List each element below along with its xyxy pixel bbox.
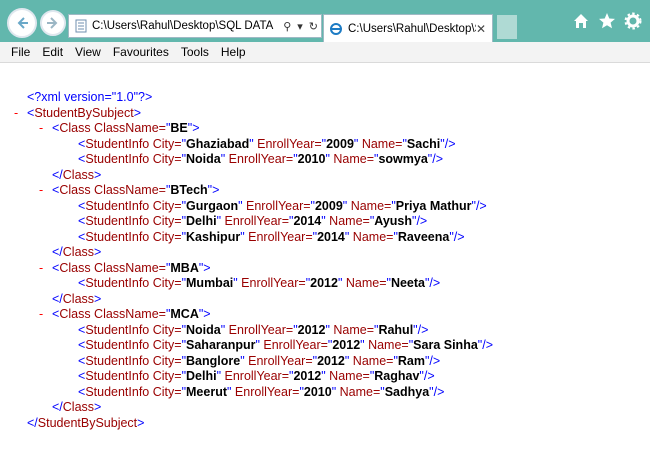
ie-icon	[330, 22, 342, 35]
student-info-line: <StudentInfo City="Ghaziabad" EnrollYear…	[78, 136, 456, 151]
student-info-line: <StudentInfo City="Delhi" EnrollYear="20…	[78, 369, 435, 383]
class-close-line: </Class>	[52, 245, 102, 259]
menu-tools[interactable]: Tools	[180, 45, 210, 59]
new-tab-button[interactable]	[497, 15, 517, 39]
enroll-year-value: 2010	[297, 152, 326, 166]
class-open-line: <Class ClassName="BTech">	[52, 183, 220, 197]
address-text[interactable]: C:\Users\Rahul\Desktop\SQL DATA	[92, 20, 280, 32]
favorites-star-icon[interactable]	[598, 12, 616, 30]
menu-file[interactable]: File	[10, 45, 31, 59]
city-value: Mumbai	[186, 276, 234, 290]
city-value: Ghaziabad	[186, 136, 250, 151]
menu-help[interactable]: Help	[220, 45, 247, 59]
city-value: Banglore	[186, 353, 241, 368]
enroll-year-value: 2012	[317, 353, 345, 368]
back-button[interactable]	[7, 8, 37, 38]
name-value: Sadhya	[384, 384, 430, 399]
class-open-line: <Class ClassName="MBA">	[52, 260, 211, 275]
root-open-line: <StudentBySubject>	[27, 105, 141, 120]
student-info-line: <StudentInfo City="Delhi" EnrollYear="20…	[78, 214, 428, 228]
name-value: Rahul	[378, 322, 414, 337]
forward-button[interactable]	[40, 10, 66, 36]
student-info-line: <StudentInfo City="Gurgaon" EnrollYear="…	[78, 198, 487, 213]
tab-current[interactable]: C:\Users\Rahul\Desktop\S... ✕	[323, 14, 493, 42]
city-value: Saharanpur	[186, 338, 256, 352]
dropdown-icon[interactable]: ▾	[297, 20, 303, 33]
student-info-line: <StudentInfo City="Saharanpur" EnrollYea…	[78, 338, 494, 352]
student-info-line: <StudentInfo City="Mumbai" EnrollYear="2…	[78, 276, 441, 290]
class-open-line: <Class ClassName="MCA">	[52, 307, 211, 321]
city-value: Kashipur	[186, 229, 241, 244]
name-value: Sachi	[406, 136, 441, 151]
root-close-line: </StudentBySubject>	[27, 415, 145, 430]
name-value: Ram	[397, 353, 425, 368]
class-close-line: </Class>	[52, 400, 102, 414]
tab-title: C:\Users\Rahul\Desktop\S...	[348, 22, 476, 35]
name-value: Ayush	[374, 214, 413, 228]
enroll-year-value: 2012	[332, 338, 361, 352]
menu-favourites[interactable]: Favourites	[112, 45, 170, 59]
address-bar[interactable]: C:\Users\Rahul\Desktop\SQL DATA ⚲ ▾ ↻	[68, 14, 322, 38]
class-name-value: BE	[170, 121, 188, 135]
city-value: Delhi	[186, 369, 217, 383]
collapse-toggle[interactable]: -	[39, 182, 43, 198]
settings-gear-icon[interactable]	[624, 12, 642, 30]
collapse-toggle[interactable]: -	[39, 306, 43, 322]
enroll-year-value: 2014	[317, 229, 345, 244]
city-value: Delhi	[186, 214, 217, 228]
menu-edit[interactable]: Edit	[41, 45, 64, 59]
city-value: Noida	[186, 152, 221, 166]
enroll-year-value: 2010	[303, 384, 332, 399]
class-name-value: MBA	[170, 260, 199, 275]
student-info-line: <StudentInfo City="Meerut" EnrollYear="2…	[78, 384, 445, 399]
name-value: Raveena	[397, 229, 450, 244]
collapse-toggle[interactable]: -	[39, 260, 43, 276]
student-info-line: <StudentInfo City="Kashipur" EnrollYear=…	[78, 229, 465, 244]
arrow-left-icon	[17, 17, 28, 29]
enroll-year-value: 2009	[326, 136, 354, 151]
arrow-right-icon	[47, 17, 58, 29]
menu-bar: File Edit View Favourites Tools Help	[0, 42, 650, 63]
enroll-year-value: 2012	[310, 276, 338, 290]
collapse-toggle[interactable]: -	[14, 105, 18, 121]
city-value: Meerut	[186, 384, 227, 399]
name-value: Priya Mathur	[395, 198, 472, 213]
student-info-line: <StudentInfo City="Noida" EnrollYear="20…	[78, 322, 429, 337]
menu-view[interactable]: View	[74, 45, 102, 59]
browser-titlebar: C:\Users\Rahul\Desktop\SQL DATA ⚲ ▾ ↻ C:…	[0, 0, 650, 42]
home-icon[interactable]	[572, 12, 590, 30]
close-tab-icon[interactable]: ✕	[476, 22, 486, 36]
xml-document-view: <?xml version="1.0"?> <StudentBySubject> -…	[0, 63, 650, 460]
search-icon[interactable]: ⚲	[283, 20, 291, 33]
enroll-year-value: 2014	[293, 214, 322, 228]
enroll-year-value: 2012	[297, 322, 326, 337]
name-value: Sara Sinha	[413, 338, 478, 352]
name-value: Neeta	[390, 276, 425, 290]
class-name-value: BTech	[170, 183, 208, 197]
class-open-line: <Class ClassName="BE">	[52, 121, 200, 135]
refresh-icon[interactable]: ↻	[309, 20, 318, 33]
student-info-line: <StudentInfo City="Banglore" EnrollYear=…	[78, 353, 441, 368]
enroll-year-value: 2012	[293, 369, 322, 383]
name-value: sowmya	[378, 152, 428, 166]
city-value: Gurgaon	[186, 198, 239, 213]
xml-declaration: <?xml version="1.0"?>	[27, 90, 153, 104]
city-value: Noida	[186, 322, 221, 337]
name-value: Raghav	[374, 369, 420, 383]
document-icon	[75, 19, 87, 33]
class-close-line: </Class>	[52, 291, 102, 306]
student-info-line: <StudentInfo City="Noida" EnrollYear="20…	[78, 152, 443, 166]
class-name-value: MCA	[170, 307, 199, 321]
class-close-line: </Class>	[52, 167, 102, 182]
xml-declaration-line: <?xml version="1.0"?>	[27, 89, 152, 105]
enroll-year-value: 2009	[314, 198, 343, 213]
root-tag-name: StudentBySubject	[34, 105, 134, 120]
collapse-toggle[interactable]: -	[39, 120, 43, 136]
